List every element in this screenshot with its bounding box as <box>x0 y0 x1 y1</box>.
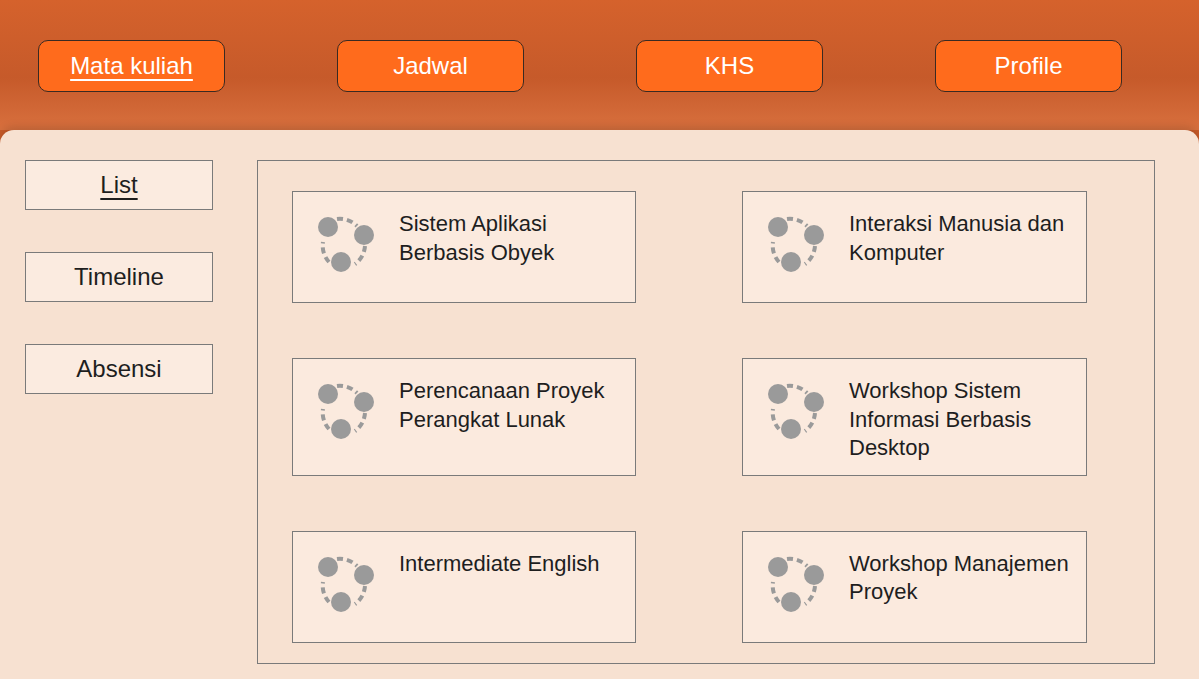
course-card[interactable]: Workshop Manajemen Proyek <box>742 531 1087 643</box>
course-icon <box>765 550 827 616</box>
app: Mata kuliah Jadwal KHS Profile List Timeline A… <box>0 0 1199 679</box>
course-card[interactable]: Intermediate English <box>292 531 636 643</box>
course-list: Sistem Aplikasi Berbasis Obyek Interaksi … <box>257 160 1155 664</box>
content: List Timeline Absensi Sistem Aplikasi Berba… <box>0 130 1199 679</box>
nav-button[interactable]: KHS <box>636 40 823 92</box>
top-nav: Mata kuliah Jadwal KHS Profile <box>0 0 1199 130</box>
course-title: Interaksi Manusia dan Komputer <box>849 210 1072 267</box>
nav-button[interactable]: Mata kuliah <box>38 40 225 92</box>
course-icon <box>315 550 377 616</box>
sidebar-item[interactable]: Absensi <box>25 344 213 394</box>
course-title: Perencanaan Proyek Perangkat Lunak <box>399 377 621 434</box>
course-icon <box>315 210 377 276</box>
course-title: Workshop Manajemen Proyek <box>849 550 1072 607</box>
course-title: Intermediate English <box>399 550 600 579</box>
course-card[interactable]: Workshop Sistem Informasi Berbasis Deskt… <box>742 358 1087 476</box>
course-icon <box>765 210 827 276</box>
course-title: Sistem Aplikasi Berbasis Obyek <box>399 210 621 267</box>
nav-button[interactable]: Jadwal <box>337 40 524 92</box>
sidebar-item[interactable]: Timeline <box>25 252 213 302</box>
nav-button[interactable]: Profile <box>935 40 1122 92</box>
sidebar: List Timeline Absensi <box>25 160 213 664</box>
course-card[interactable]: Interaksi Manusia dan Komputer <box>742 191 1087 303</box>
sidebar-item[interactable]: List <box>25 160 213 210</box>
course-icon <box>315 377 377 443</box>
course-title: Workshop Sistem Informasi Berbasis Deskt… <box>849 377 1072 463</box>
course-icon <box>765 377 827 443</box>
course-card[interactable]: Perencanaan Proyek Perangkat Lunak <box>292 358 636 476</box>
course-card[interactable]: Sistem Aplikasi Berbasis Obyek <box>292 191 636 303</box>
